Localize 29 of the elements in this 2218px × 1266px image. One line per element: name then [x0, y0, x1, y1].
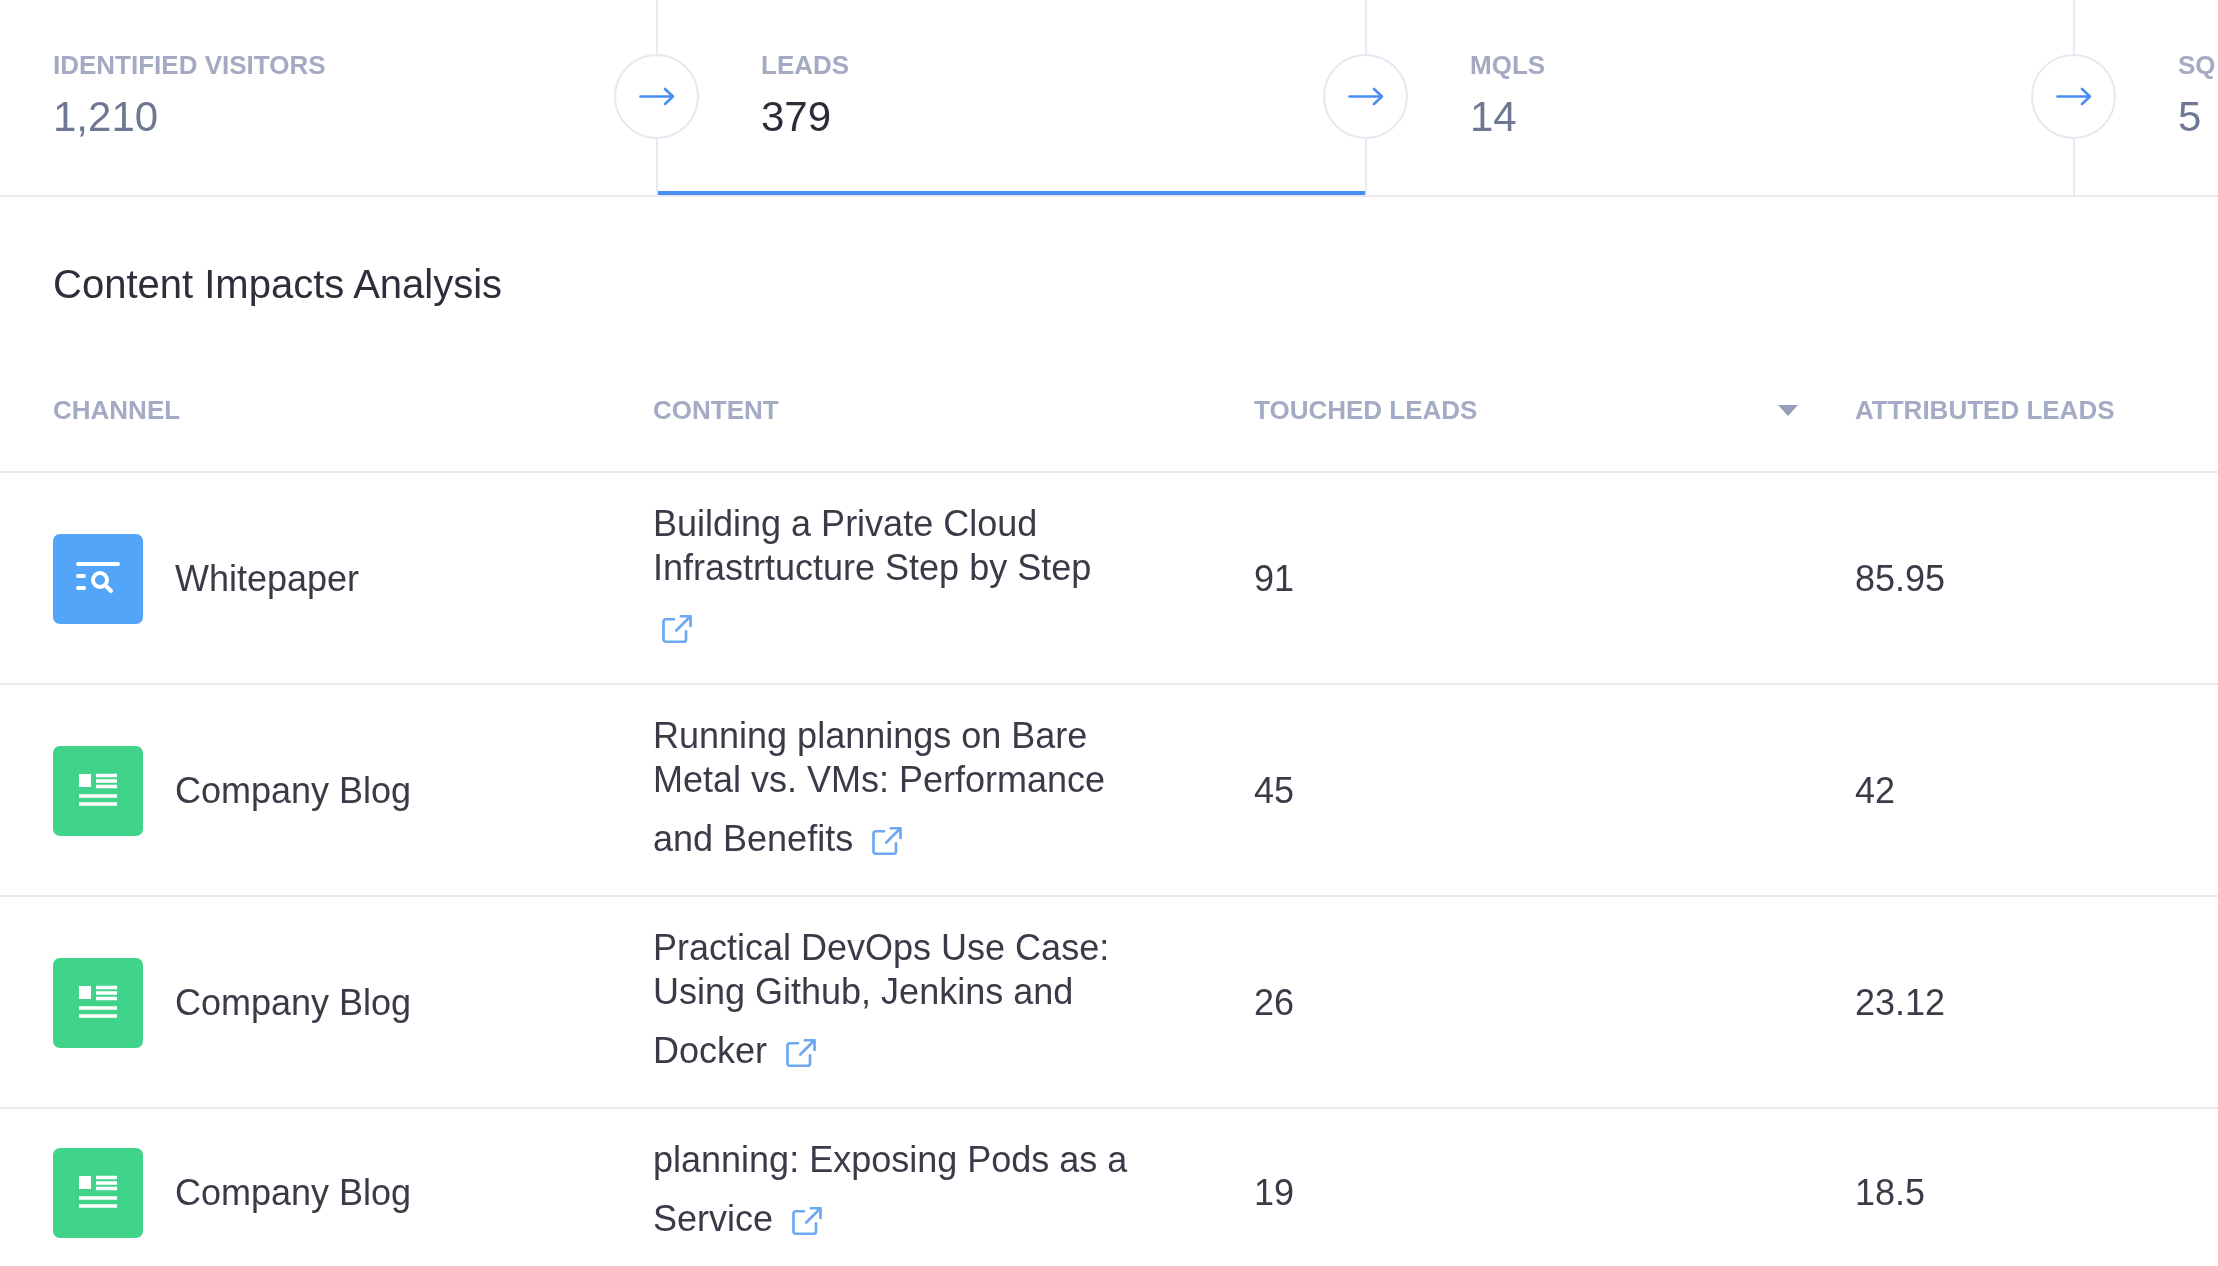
document-search-icon [53, 534, 143, 624]
funnel-stage-tab[interactable]: IDENTIFIED VISITORS 1,210 [0, 0, 656, 195]
content-link[interactable]: Running plannings on Bare Metal vs. VMs: Performance and Benefits [653, 714, 1138, 880]
touched-leads-value: 26 [1254, 982, 1295, 1023]
attributed-leads-value: 23.12 [1855, 982, 1946, 1023]
touched-leads-value: 19 [1254, 1172, 1295, 1213]
column-header: ATTRIBUTED LEADS [1855, 395, 2115, 425]
content-link[interactable]: Building a Private Cloud Infrastrtucture Step by Step [653, 502, 1138, 668]
column-header: CHANNEL [53, 395, 181, 425]
article-icon [53, 746, 143, 836]
content-link[interactable]: planning: Exposing Pods as a Service [653, 1138, 1138, 1260]
attributed-leads-value: 18.5 [1855, 1172, 1926, 1213]
funnel-stage-tab[interactable]: MQLS 14 [1367, 0, 2073, 195]
sort-caret-icon[interactable] [1778, 404, 1798, 416]
column-header: TOUCHED LEADS [1254, 395, 1478, 425]
article-icon [53, 1148, 143, 1238]
column-header: CONTENT [653, 395, 779, 425]
channel-name: Company Blog [175, 981, 412, 1025]
article-icon [53, 958, 143, 1048]
touched-leads-value: 45 [1254, 770, 1295, 811]
section-title: Content Impacts Analysis [52, 261, 504, 308]
channel-name: Whitepaper [175, 557, 360, 601]
funnel-stage-tab[interactable]: SQ 5 [2075, 0, 2218, 195]
content-link[interactable]: Practical DevOps Use Case: Using Github, Jenkins and Docker [653, 926, 1138, 1092]
channel-name: Company Blog [175, 769, 412, 813]
channel-name: Company Blog [175, 1171, 412, 1215]
touched-leads-value: 91 [1254, 558, 1295, 599]
attributed-leads-value: 42 [1855, 770, 1896, 811]
attributed-leads-value: 85.95 [1855, 558, 1946, 599]
